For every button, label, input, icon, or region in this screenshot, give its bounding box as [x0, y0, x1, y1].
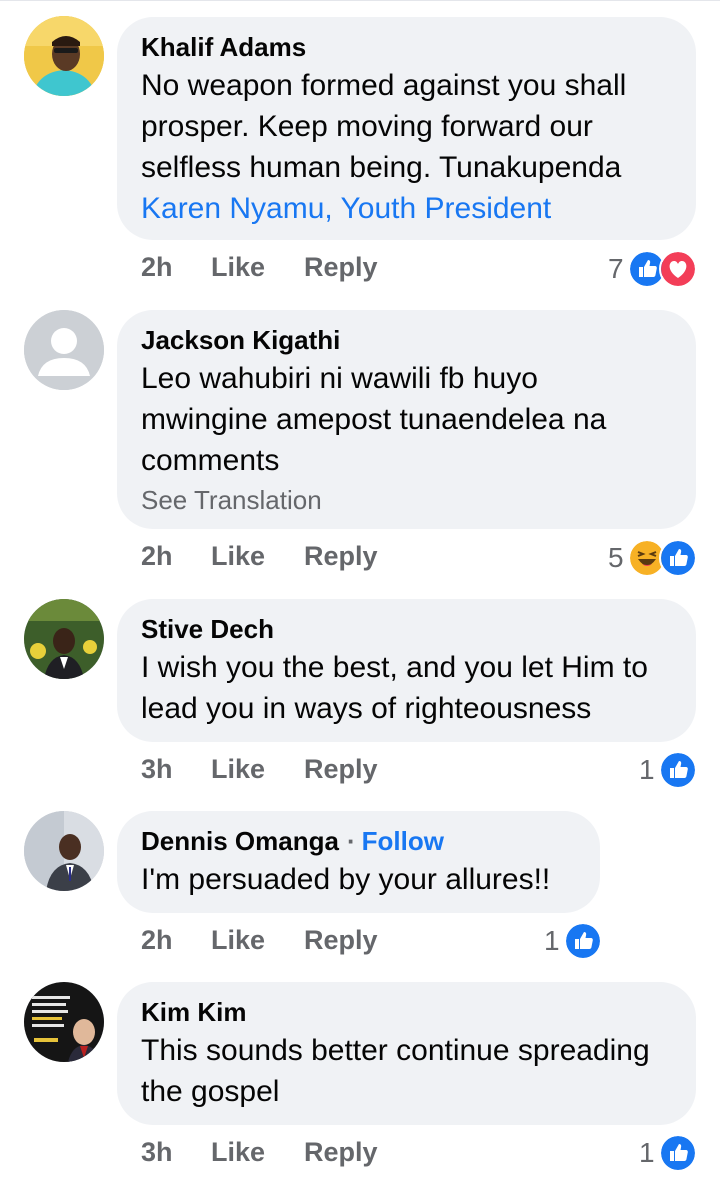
comment-text: I wish you the best, and you let Him to … — [141, 651, 648, 725]
mention-link[interactable]: Karen Nyamu, Youth President — [141, 192, 551, 225]
comment-text: This sounds better continue spreading th… — [141, 1034, 650, 1108]
see-translation-link[interactable]: See Translation — [141, 481, 672, 519]
follow-button[interactable]: Follow — [362, 826, 444, 857]
avatar[interactable] — [24, 982, 104, 1062]
like-button[interactable]: Like — [211, 541, 304, 572]
comment-author[interactable]: Khalif Adams — [141, 31, 306, 63]
comment-body: No weapon formed against you shall prosp… — [141, 69, 627, 184]
comment-actions: 2h Like Reply — [141, 925, 378, 956]
comment-bubble: Stive Dech I wish you the best, and you … — [117, 599, 696, 742]
comment-time[interactable]: 2h — [141, 925, 211, 956]
reaction-count: 1 — [544, 925, 560, 956]
avatar[interactable] — [24, 811, 104, 891]
comment-text: I'm persuaded by your allures!! — [141, 863, 551, 896]
comment-text: No weapon formed against you shall prosp… — [141, 65, 672, 229]
reaction-count: 5 — [608, 542, 624, 573]
reply-button[interactable]: Reply — [304, 541, 378, 572]
comment-time[interactable]: 3h — [141, 1137, 211, 1168]
comment-actions: 3h Like Reply — [141, 1137, 378, 1168]
comment-author[interactable]: Jackson Kigathi — [141, 324, 340, 356]
avatar[interactable] — [24, 16, 104, 96]
like-button[interactable]: Like — [211, 754, 304, 785]
comment-actions: 2h Like Reply — [141, 252, 378, 283]
comment-bubble: Dennis Omanga · Follow I'm persuaded by … — [117, 811, 600, 913]
reactions-summary[interactable]: 1 — [544, 922, 602, 960]
comment-time[interactable]: 2h — [141, 252, 211, 283]
like-button[interactable]: Like — [211, 1137, 304, 1168]
love-reaction-icon — [658, 250, 697, 288]
reaction-count: 1 — [639, 1137, 655, 1168]
reactions-summary[interactable]: 5 — [608, 539, 697, 577]
top-divider — [0, 0, 720, 1]
like-reaction-icon — [658, 751, 697, 789]
reactions-summary[interactable]: 7 — [608, 250, 697, 288]
reaction-count: 1 — [639, 754, 655, 785]
like-button[interactable]: Like — [211, 925, 304, 956]
reactions-summary[interactable]: 1 — [639, 751, 697, 789]
comment-bubble: Kim Kim This sounds better continue spre… — [117, 982, 696, 1125]
like-reaction-icon — [563, 922, 602, 960]
reaction-count: 7 — [608, 253, 624, 284]
reply-button[interactable]: Reply — [304, 252, 378, 283]
comment-time[interactable]: 2h — [141, 541, 211, 572]
like-reaction-icon — [658, 1134, 697, 1172]
comment-author[interactable]: Stive Dech — [141, 613, 274, 645]
comment-bubble: Khalif Adams No weapon formed against yo… — [117, 17, 696, 240]
comment-actions: 3h Like Reply — [141, 754, 378, 785]
reply-button[interactable]: Reply — [304, 925, 378, 956]
comment-author[interactable]: Dennis Omanga — [141, 825, 339, 857]
comment-text: Leo wahubiri ni wawili fb huyo mwingine … — [141, 362, 607, 477]
comment-actions: 2h Like Reply — [141, 541, 378, 572]
like-button[interactable]: Like — [211, 252, 304, 283]
reply-button[interactable]: Reply — [304, 754, 378, 785]
like-reaction-icon — [658, 539, 697, 577]
separator-dot: · — [346, 826, 356, 856]
avatar[interactable] — [24, 310, 104, 390]
reactions-summary[interactable]: 1 — [639, 1134, 697, 1172]
comment-author[interactable]: Kim Kim — [141, 996, 246, 1028]
avatar[interactable] — [24, 599, 104, 679]
reply-button[interactable]: Reply — [304, 1137, 378, 1168]
comment-time[interactable]: 3h — [141, 754, 211, 785]
comment-bubble: Jackson Kigathi Leo wahubiri ni wawili f… — [117, 310, 696, 529]
